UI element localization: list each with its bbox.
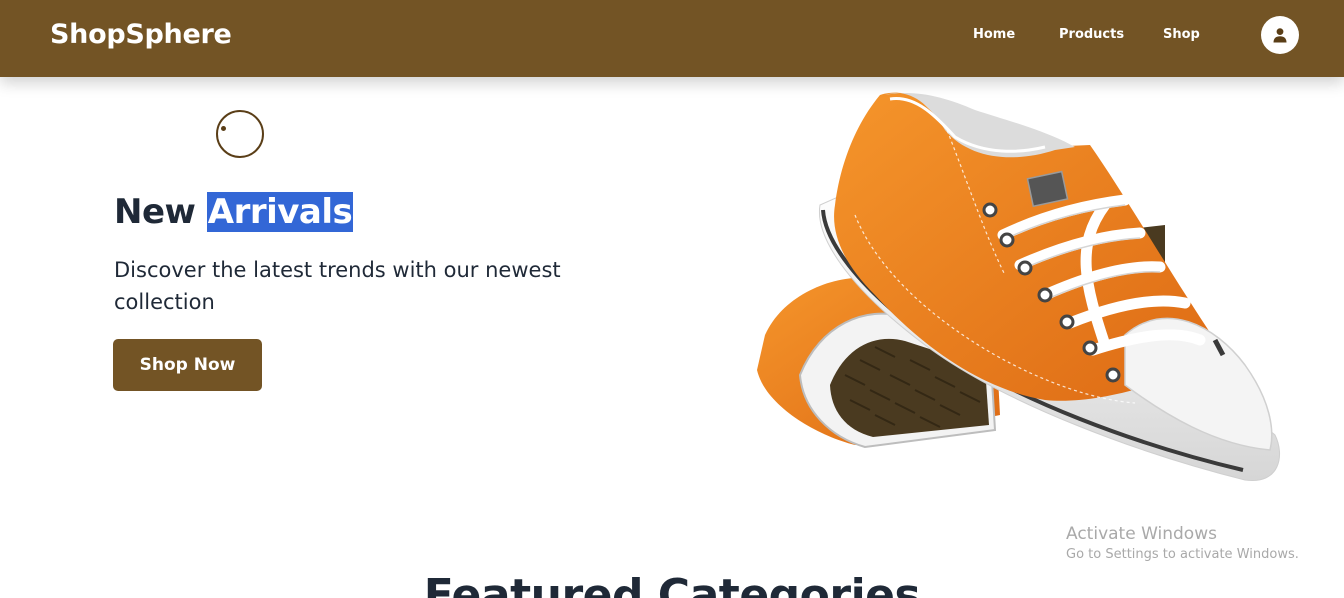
- brand-logo[interactable]: ShopSphere: [50, 19, 232, 50]
- featured-categories-heading: Featured Categories: [423, 570, 921, 598]
- hero-subtitle: Discover the latest trends with our newe…: [114, 258, 561, 314]
- navbar: ShopSphere Home Products Shop: [0, 0, 1344, 77]
- hero-title-highlight: Arrivals: [206, 192, 354, 232]
- shop-now-button[interactable]: Shop Now: [113, 339, 262, 391]
- loading-ring-icon: [216, 110, 264, 158]
- watermark-title: Activate Windows: [1066, 524, 1217, 544]
- windows-activation-watermark: Activate Windows Go to Settings to activ…: [1066, 524, 1299, 566]
- nav-products-link[interactable]: Products: [1059, 27, 1124, 42]
- hero-title-part: New: [114, 192, 207, 232]
- user-icon: [1273, 28, 1287, 43]
- nav-shop-link[interactable]: Shop: [1163, 27, 1200, 42]
- user-avatar-button[interactable]: [1261, 16, 1299, 54]
- nav-home-link[interactable]: Home: [973, 27, 1015, 42]
- orange-sneakers-image: [757, 92, 1281, 481]
- watermark-subtitle: Go to Settings to activate Windows.: [1066, 547, 1299, 562]
- hero-title: New Arrivals: [114, 192, 354, 232]
- loading-dot: [221, 126, 226, 131]
